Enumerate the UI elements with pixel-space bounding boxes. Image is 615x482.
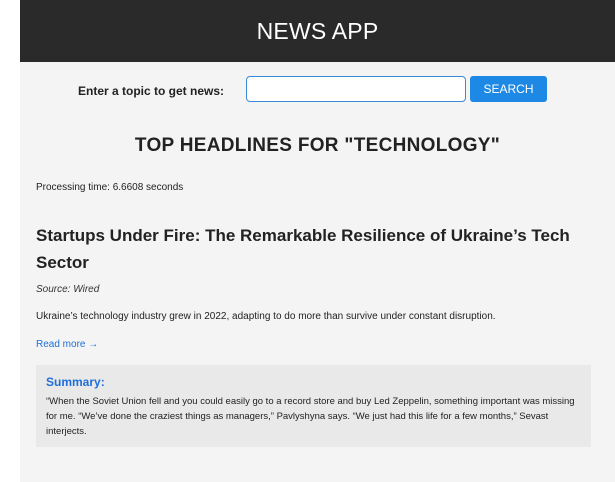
summary-box: Summary: “When the Soviet Union fell and… bbox=[36, 365, 591, 447]
search-input[interactable] bbox=[246, 76, 466, 102]
search-label: Enter a topic to get news: bbox=[78, 84, 225, 98]
read-more-link[interactable]: Read more → bbox=[36, 339, 98, 350]
summary-heading: Summary: bbox=[46, 375, 105, 389]
app-title: NEWS APP bbox=[256, 17, 379, 44]
article-description: Ukraine’s technology industry grew in 20… bbox=[36, 311, 496, 322]
search-form: Enter a topic to get news: SEARCH bbox=[20, 76, 615, 108]
summary-text: “When the Soviet Union fell and you coul… bbox=[46, 396, 575, 437]
article-title: Startups Under Fire: The Remarkable Resi… bbox=[36, 226, 570, 272]
search-button[interactable]: SEARCH bbox=[470, 76, 547, 102]
app-header: NEWS APP bbox=[20, 0, 615, 62]
processing-time: Processing time: 6.6608 seconds bbox=[36, 182, 184, 193]
main-content: Enter a topic to get news: SEARCH TOP HE… bbox=[20, 62, 615, 482]
results-heading: TOP HEADLINES FOR "TECHNOLOGY" bbox=[134, 135, 501, 156]
article-source: Source: Wired bbox=[36, 284, 100, 295]
